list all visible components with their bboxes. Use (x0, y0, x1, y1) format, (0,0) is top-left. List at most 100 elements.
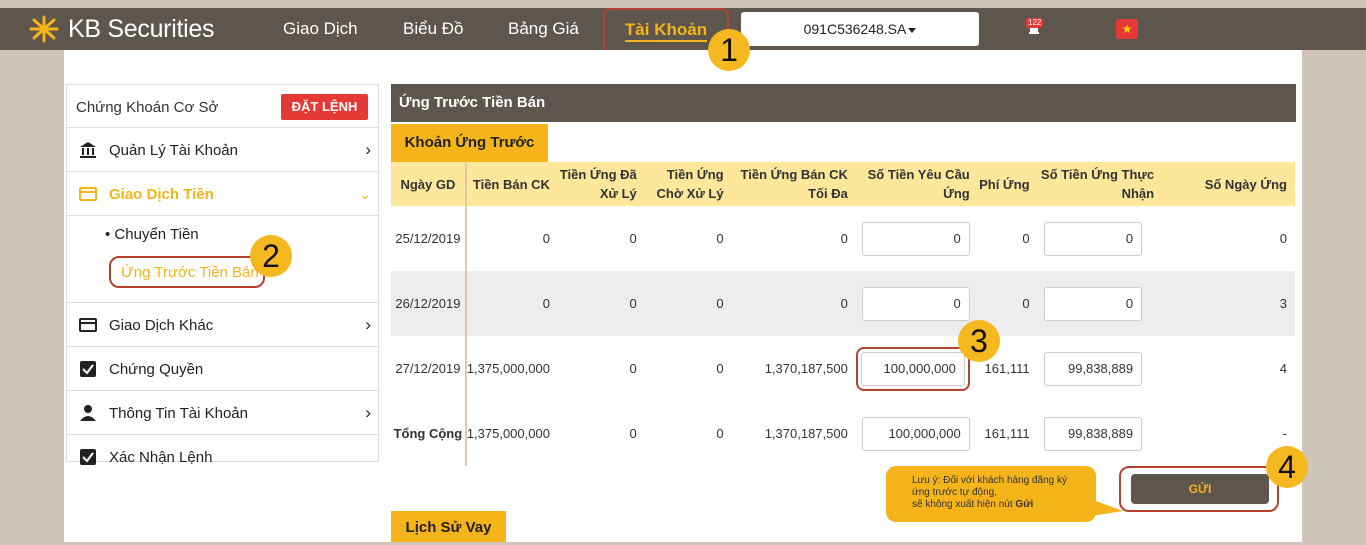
checkbox-icon (80, 449, 96, 465)
request-amount-input[interactable]: 0 (861, 286, 970, 321)
note-line: Lưu ý: Đối với khách hàng đăng ký (912, 475, 1068, 486)
total-received-field: 99,838,889 (1043, 416, 1143, 451)
total-request-field: 100,000,000 (861, 416, 970, 451)
bank-icon (80, 142, 96, 158)
sidebar-submenu: • Chuyển Tiền Ứng Trước Tiền Bán (67, 216, 378, 303)
cell-fee: 161,111 (984, 426, 1030, 441)
notification-badge: 122 (1026, 18, 1044, 28)
cell-pending: 0 (716, 426, 724, 441)
sidebar-item-thong-tin-tai-khoan[interactable]: Thông Tin Tài Khoản › (67, 391, 378, 435)
table-row: 25/12/2019 0 0 0 0 0 0 0 0 (391, 206, 1295, 271)
cell-max: 1,370,187,500 (764, 361, 848, 376)
cell-processed: 0 (557, 271, 645, 336)
cell-sold: 1,375,000,000 (466, 426, 550, 441)
note-tail (1085, 497, 1123, 517)
chevron-down-icon: ⌄ (359, 186, 371, 202)
cell-days: 0 (1279, 231, 1287, 246)
tab-bar: Khoản Ứng Trước (391, 122, 1296, 162)
submenu-chuyen-tien[interactable]: • Chuyển Tiền (105, 226, 199, 243)
cell-pending: 0 (716, 231, 724, 246)
note-bold: Gửi (1015, 499, 1034, 510)
account-number: 091C536248.SA (803, 21, 907, 37)
chevron-right-icon: › (365, 315, 371, 334)
col-header: Tiền Ứng Bán CK Tối Đa (731, 162, 856, 206)
col-header: Tiền Bán CK (465, 162, 558, 206)
chevron-right-icon: › (365, 403, 371, 422)
submit-button[interactable]: GỬI (1131, 474, 1269, 504)
chevron-right-icon: › (365, 140, 371, 159)
received-amount-field[interactable]: 0 (1043, 286, 1143, 321)
received-amount-field[interactable]: 99,838,889 (1043, 351, 1143, 386)
step-callout-3: 3 (958, 320, 1000, 362)
cell-date: 25/12/2019 (391, 206, 467, 271)
col-header: Phí Ứng (977, 162, 1038, 206)
sidebar-item-giao-dich-khac[interactable]: Giao Dịch Khác › (67, 303, 378, 347)
step-callout-4: 4 (1266, 446, 1308, 488)
chevron-down-icon (908, 27, 917, 33)
submenu-ung-truoc-tien-ban[interactable]: Ứng Trước Tiền Bán (109, 256, 265, 288)
sidebar-item-label: Giao Dịch Khác (109, 317, 214, 334)
note-line: sẽ không xuất hiện nút (912, 499, 1016, 510)
step-callout-2: 2 (250, 235, 292, 277)
cell-fee: 0 (1022, 231, 1030, 246)
place-order-button[interactable]: ĐẶT LỆNH (281, 94, 368, 120)
request-amount-input[interactable]: 100,000,000 (860, 351, 965, 386)
cell-days: 4 (1279, 361, 1287, 376)
cell-max: 0 (840, 231, 848, 246)
top-nav: KB Securities Giao Dịch Biểu Đồ Bảng Giá… (0, 8, 1366, 52)
sidebar-item-quan-ly-tai-khoan[interactable]: Quản Lý Tài Khoản › (67, 128, 378, 172)
col-header: Ngày GD (391, 162, 467, 206)
sidebar-item-label: Giao Dịch Tiền (109, 186, 214, 203)
col-header: Tiền Ứng Đã Xử Lý (557, 162, 645, 206)
nav-tai-khoan-label: Tài Khoản (624, 20, 708, 42)
tab-khoan-ung-truoc[interactable]: Khoản Ứng Trước (391, 124, 548, 162)
col-header: Số Tiền Ứng Thực Nhận (1037, 162, 1163, 206)
sidebar-header: Chứng Khoán Cơ Sở ĐẶT LỆNH (67, 85, 378, 128)
cell-days: 3 (1162, 271, 1295, 336)
nav-bieu-do[interactable]: Biểu Đồ (403, 8, 463, 50)
sidebar-item-label: Thông Tin Tài Khoản (109, 405, 248, 422)
cell-processed: 0 (629, 426, 637, 441)
col-header: Số Ngày Ứng (1162, 162, 1295, 206)
submenu-label: Chuyển Tiền (114, 226, 199, 243)
cell-max: 0 (731, 271, 856, 336)
note-line: ứng trước tự động, (912, 487, 998, 498)
cell-total-label: Tổng Cộng (391, 401, 467, 466)
sidebar-item-xac-nhan-lenh[interactable]: Xác Nhận Lệnh (67, 435, 378, 479)
account-dropdown[interactable]: 091C536248.SA (741, 12, 979, 46)
tab-lich-su-vay[interactable]: Lịch Sử Vay (391, 511, 506, 542)
step-callout-1: 1 (708, 29, 750, 71)
request-amount-input[interactable]: 0 (861, 221, 970, 256)
checkbox-icon (80, 361, 96, 377)
nav-giao-dich[interactable]: Giao Dịch (283, 8, 358, 50)
kb-star-icon (29, 15, 59, 43)
table-total-row: Tổng Cộng 1,375,000,000 0 0 1,370,187,50… (391, 401, 1295, 466)
cell-processed: 0 (629, 231, 637, 246)
sidebar-item-chung-quyen[interactable]: Chứng Quyền (67, 347, 378, 391)
user-icon (80, 405, 96, 421)
cell-date: 27/12/2019 (391, 336, 467, 401)
brand-logo[interactable]: KB Securities (26, 12, 214, 46)
card-icon (79, 187, 97, 201)
nav-bang-gia[interactable]: Bảng Giá (508, 8, 579, 50)
sidebar-item-label: Xác Nhận Lệnh (109, 449, 213, 466)
vietnam-flag-icon[interactable]: ★ (1116, 19, 1138, 39)
sidebar-item-label: Quản Lý Tài Khoản (109, 142, 238, 159)
col-header: Tiền Ứng Chờ Xử Lý (644, 162, 732, 206)
panel-title: Ứng Trước Tiền Bán (391, 84, 1296, 122)
cell-processed: 0 (629, 361, 637, 376)
submit-highlight: GỬI (1119, 466, 1279, 512)
sidebar-item-giao-dich-tien[interactable]: Giao Dịch Tiền ⌄ (67, 172, 378, 216)
cell-sold: 0 (465, 271, 558, 336)
sidebar-title: Chứng Khoán Cơ Sở (76, 99, 219, 116)
table-row: 27/12/2019 1,375,000,000 0 0 1,370,187,5… (391, 336, 1295, 401)
advance-table: Ngày GD Tiền Bán CK Tiền Ứng Đã Xử Lý Ti… (391, 162, 1296, 466)
received-amount-field[interactable]: 0 (1043, 221, 1143, 256)
cell-sold: 0 (542, 231, 550, 246)
sidebar: Chứng Khoán Cơ Sở ĐẶT LỆNH Quản Lý Tài K… (66, 84, 379, 466)
table-row: 26/12/2019 0 0 0 0 0 0 0 3 (391, 271, 1295, 336)
cell-date: 26/12/2019 (391, 271, 467, 336)
col-header: Số Tiền Yêu Cầu Ứng (855, 162, 978, 206)
cell-sold: 1,375,000,000 (466, 361, 550, 376)
card-icon (79, 318, 97, 332)
